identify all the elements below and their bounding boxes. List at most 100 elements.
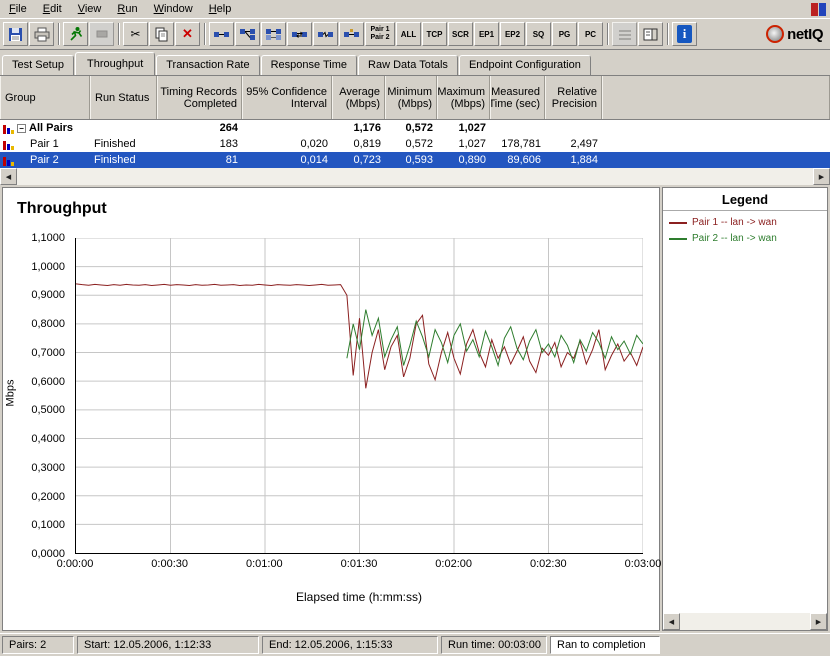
x-tick-label: 0:02:00 bbox=[435, 558, 472, 570]
col-header-measured-time: MeasuredTime (sec) bbox=[490, 76, 545, 119]
scroll-right-arrow[interactable]: ▶ bbox=[810, 613, 827, 630]
main-area: Throughput Mbps 0,00000,10000,20000,3000… bbox=[0, 185, 830, 633]
menu-view[interactable]: View bbox=[70, 1, 110, 17]
run-test-button[interactable] bbox=[63, 22, 88, 46]
filter-sq-button[interactable]: SQ bbox=[526, 22, 551, 46]
legend-label: Pair 2 -- lan -> wan bbox=[692, 233, 777, 244]
group-pairs-button[interactable] bbox=[339, 22, 364, 46]
legend-panel-icon bbox=[643, 28, 658, 41]
col-header-minimum: Minimum(Mbps) bbox=[385, 76, 437, 119]
chart-panel: Throughput Mbps 0,00000,10000,20000,3000… bbox=[2, 187, 660, 631]
pair2-line-swatch bbox=[669, 238, 687, 240]
y-tick-label: 0,8000 bbox=[31, 318, 65, 330]
linked-pairs-icon bbox=[317, 28, 334, 41]
legend-panel: Legend Pair 1 -- lan -> wan Pair 2 -- la… bbox=[662, 187, 828, 631]
print-button[interactable] bbox=[29, 22, 54, 46]
y-tick-label: 0,7000 bbox=[31, 347, 65, 359]
timing-records-cell: 183 bbox=[157, 136, 242, 152]
scroll-right-arrow[interactable]: ▶ bbox=[813, 168, 830, 185]
timing-records-cell: 81 bbox=[157, 152, 242, 168]
save-button[interactable] bbox=[3, 22, 28, 46]
show-rows-button bbox=[612, 22, 637, 46]
tab-raw-data-totals[interactable]: Raw Data Totals bbox=[358, 55, 458, 75]
toolbar-separator bbox=[607, 23, 609, 45]
table-row-all-pairs[interactable]: − All Pairs 264 1,176 0,572 1,027 bbox=[0, 120, 830, 136]
confidence-cell bbox=[242, 120, 332, 136]
run-status-cell: Finished bbox=[90, 152, 157, 168]
y-tick-label: 0,3000 bbox=[31, 462, 65, 474]
collapse-expander-icon[interactable]: − bbox=[17, 124, 26, 133]
tab-test-setup[interactable]: Test Setup bbox=[2, 55, 74, 75]
y-tick-label: 1,1000 bbox=[31, 232, 65, 244]
results-table: Group Run Status Timing RecordsCompleted… bbox=[0, 75, 830, 168]
menu-file[interactable]: File bbox=[1, 1, 35, 17]
delete-pair-button[interactable]: ✕ bbox=[175, 22, 200, 46]
confidence-cell: 0,014 bbox=[242, 152, 332, 168]
filter-ep2-button[interactable]: EP2 bbox=[500, 22, 525, 46]
pair-chart-icon bbox=[2, 123, 14, 134]
col-header-relative-precision: RelativePrecision bbox=[545, 76, 602, 119]
run-status-cell: Finished bbox=[90, 136, 157, 152]
legend-hscrollbar[interactable]: ◀ ▶ bbox=[663, 613, 827, 630]
pair1-pair2-toggle-button[interactable]: Pair 1 Pair 2 bbox=[365, 22, 395, 46]
menu-help[interactable]: Help bbox=[201, 1, 240, 17]
print-icon bbox=[34, 27, 50, 42]
show-legend-button[interactable] bbox=[638, 22, 663, 46]
y-axis-tick-labels: 0,00000,10000,20000,30000,40000,50000,60… bbox=[3, 238, 71, 554]
scroll-left-arrow[interactable]: ◀ bbox=[663, 613, 680, 630]
add-multicast-group-button[interactable] bbox=[235, 22, 260, 46]
filter-pg-button[interactable]: PG bbox=[552, 22, 577, 46]
pair-copy-icon bbox=[265, 28, 282, 41]
scroll-track[interactable] bbox=[680, 613, 810, 630]
chart-title: Throughput bbox=[17, 200, 107, 218]
copy-button[interactable] bbox=[149, 22, 174, 46]
filter-scr-button[interactable]: SCR bbox=[448, 22, 473, 46]
precision-cell: 1,884 bbox=[545, 152, 602, 168]
run-status-cell bbox=[90, 120, 157, 136]
minimum-cell: 0,572 bbox=[385, 136, 437, 152]
table-hscrollbar[interactable]: ◀ ▶ bbox=[0, 168, 830, 185]
x-tick-label: 0:03:00 bbox=[625, 558, 662, 570]
tab-transaction-rate[interactable]: Transaction Rate bbox=[156, 55, 259, 75]
filter-tcp-button[interactable]: TCP bbox=[422, 22, 447, 46]
col-header-average: Average(Mbps) bbox=[332, 76, 385, 119]
status-run-time: Run time: 00:03:00 bbox=[441, 636, 547, 654]
copy-pair-button[interactable] bbox=[261, 22, 286, 46]
cut-button[interactable]: ✂ bbox=[123, 22, 148, 46]
legend-label: Pair 1 -- lan -> wan bbox=[692, 217, 777, 228]
menu-edit[interactable]: Edit bbox=[35, 1, 70, 17]
tab-response-time[interactable]: Response Time bbox=[261, 55, 357, 75]
swap-endpoints-button[interactable] bbox=[287, 22, 312, 46]
legend-item-pair1[interactable]: Pair 1 -- lan -> wan bbox=[669, 217, 821, 228]
filter-ep1-button[interactable]: EP1 bbox=[474, 22, 499, 46]
link-pairs-button[interactable] bbox=[313, 22, 338, 46]
legend-item-pair2[interactable]: Pair 2 -- lan -> wan bbox=[669, 233, 821, 244]
tab-endpoint-configuration[interactable]: Endpoint Configuration bbox=[459, 55, 591, 75]
precision-cell bbox=[545, 120, 602, 136]
y-tick-label: 0,2000 bbox=[31, 491, 65, 503]
table-row-pair2[interactable]: Pair 2 Finished 81 0,014 0,723 0,593 0,8… bbox=[0, 152, 830, 168]
filter-pc-button[interactable]: PC bbox=[578, 22, 603, 46]
status-pairs: Pairs: 2 bbox=[2, 636, 74, 654]
netiq-logo-text: netIQ bbox=[787, 26, 823, 43]
add-pair-button[interactable] bbox=[209, 22, 234, 46]
y-tick-label: 0,1000 bbox=[31, 519, 65, 531]
group-label: Pair 1 bbox=[30, 136, 59, 152]
toolbar-separator bbox=[118, 23, 120, 45]
filter-all-button[interactable]: ALL bbox=[396, 22, 421, 46]
toolbar-separator bbox=[204, 23, 206, 45]
col-header-run-status: Run Status bbox=[90, 76, 157, 119]
menu-bar: File Edit View Run Window Help bbox=[0, 0, 830, 19]
average-cell: 0,819 bbox=[332, 136, 385, 152]
tab-throughput[interactable]: Throughput bbox=[75, 52, 155, 75]
table-row-pair1[interactable]: Pair 1 Finished 183 0,020 0,819 0,572 1,… bbox=[0, 136, 830, 152]
help-info-button[interactable]: i bbox=[672, 22, 697, 46]
copy-pages-icon bbox=[154, 27, 169, 42]
menu-run[interactable]: Run bbox=[109, 1, 145, 17]
netiq-logo: netIQ bbox=[766, 25, 827, 43]
scroll-track[interactable] bbox=[17, 168, 813, 185]
scroll-left-arrow[interactable]: ◀ bbox=[0, 168, 17, 185]
col-header-filler bbox=[602, 76, 830, 119]
menu-window[interactable]: Window bbox=[146, 1, 201, 17]
group-label: All Pairs bbox=[29, 120, 73, 136]
